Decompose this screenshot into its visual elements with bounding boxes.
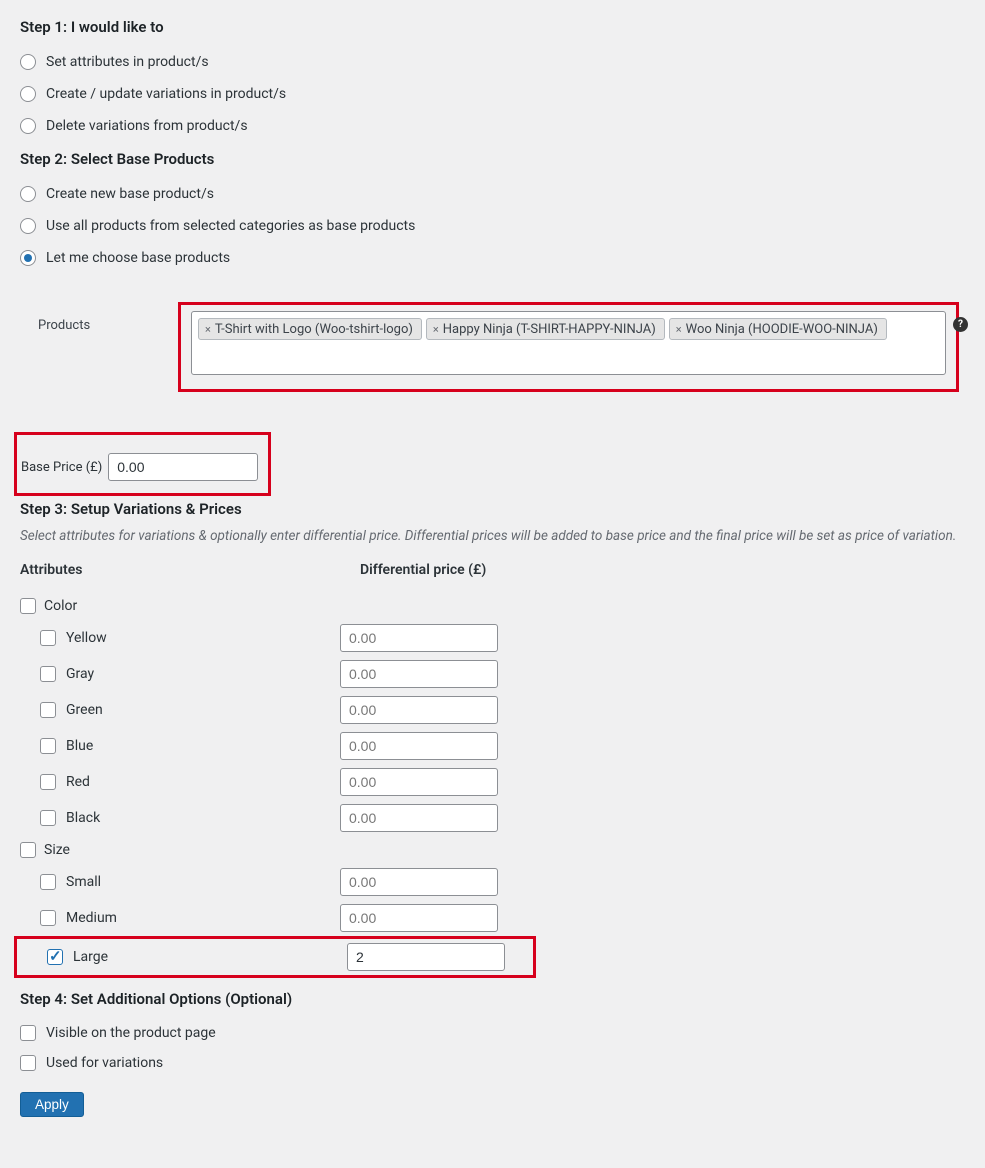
price-red[interactable]	[340, 768, 498, 796]
label-blue[interactable]: Blue	[66, 738, 93, 754]
label-set-attributes[interactable]: Set attributes in product/s	[46, 54, 209, 70]
checkbox-visible[interactable]	[20, 1025, 36, 1041]
label-green[interactable]: Green	[66, 702, 103, 718]
radio-create-base[interactable]	[20, 186, 36, 202]
step1-title: Step 1: I would like to	[20, 18, 965, 36]
label-delete-variations[interactable]: Delete variations from product/s	[46, 118, 248, 134]
price-large[interactable]	[347, 943, 505, 971]
label-visible[interactable]: Visible on the product page	[46, 1025, 216, 1041]
label-choose-base[interactable]: Let me choose base products	[46, 250, 230, 266]
remove-tag-icon[interactable]: ×	[433, 323, 439, 336]
step4-title: Step 4: Set Additional Options (Optional…	[20, 990, 965, 1008]
products-multiselect[interactable]: × T-Shirt with Logo (Woo-tshirt-logo) × …	[191, 311, 946, 375]
price-medium[interactable]	[340, 904, 498, 932]
apply-button[interactable]: Apply	[20, 1092, 84, 1117]
help-icon[interactable]: ?	[953, 317, 968, 332]
label-create-variations[interactable]: Create / update variations in product/s	[46, 86, 286, 102]
checkbox-size-group[interactable]	[20, 842, 36, 858]
label-black[interactable]: Black	[66, 810, 100, 826]
attributes-header: Attributes Differential price (£)	[20, 562, 965, 578]
remove-tag-icon[interactable]: ×	[205, 323, 211, 336]
radio-choose-base[interactable]	[20, 250, 36, 266]
checkbox-color-group[interactable]	[20, 598, 36, 614]
label-large[interactable]: Large	[73, 949, 108, 965]
checkbox-medium[interactable]	[40, 910, 56, 926]
price-black[interactable]	[340, 804, 498, 832]
col-diff-price: Differential price (£)	[360, 562, 965, 578]
checkbox-large[interactable]	[47, 949, 63, 965]
checkbox-black[interactable]	[40, 810, 56, 826]
price-blue[interactable]	[340, 732, 498, 760]
step3-hint: Select attributes for variations & optio…	[20, 528, 965, 544]
products-label: Products	[38, 304, 188, 333]
large-row-highlight: Large	[14, 936, 536, 978]
price-green[interactable]	[340, 696, 498, 724]
product-tag-label: Woo Ninja (HOODIE-WOO-NINJA)	[686, 322, 878, 337]
base-price-highlight: Base Price (£)	[14, 432, 271, 496]
label-red[interactable]: Red	[66, 774, 90, 790]
products-selector-highlight: × T-Shirt with Logo (Woo-tshirt-logo) × …	[178, 302, 959, 392]
product-tag: × T-Shirt with Logo (Woo-tshirt-logo)	[198, 318, 422, 340]
checkbox-used-variations[interactable]	[20, 1055, 36, 1071]
label-used-variations[interactable]: Used for variations	[46, 1055, 163, 1071]
radio-set-attributes[interactable]	[20, 54, 36, 70]
product-tag-label: Happy Ninja (T-SHIRT-HAPPY-NINJA)	[443, 322, 656, 337]
product-tag: × Woo Ninja (HOODIE-WOO-NINJA)	[669, 318, 887, 340]
price-gray[interactable]	[340, 660, 498, 688]
product-tag: × Happy Ninja (T-SHIRT-HAPPY-NINJA)	[426, 318, 665, 340]
col-attributes: Attributes	[20, 562, 360, 578]
product-tag-label: T-Shirt with Logo (Woo-tshirt-logo)	[215, 322, 413, 337]
label-create-base[interactable]: Create new base product/s	[46, 186, 214, 202]
label-color-group[interactable]: Color	[44, 598, 77, 614]
step2-title: Step 2: Select Base Products	[20, 150, 965, 168]
checkbox-red[interactable]	[40, 774, 56, 790]
checkbox-blue[interactable]	[40, 738, 56, 754]
label-small[interactable]: Small	[66, 874, 101, 890]
label-medium[interactable]: Medium	[66, 910, 117, 926]
radio-delete-variations[interactable]	[20, 118, 36, 134]
step2-options: Create new base product/s Use all produc…	[20, 178, 965, 274]
checkbox-green[interactable]	[40, 702, 56, 718]
checkbox-yellow[interactable]	[40, 630, 56, 646]
remove-tag-icon[interactable]: ×	[676, 323, 682, 336]
checkbox-gray[interactable]	[40, 666, 56, 682]
label-gray[interactable]: Gray	[66, 666, 94, 682]
label-use-all[interactable]: Use all products from selected categorie…	[46, 218, 415, 234]
price-yellow[interactable]	[340, 624, 498, 652]
label-yellow[interactable]: Yellow	[66, 630, 107, 646]
step1-options: Set attributes in product/s Create / upd…	[20, 46, 965, 142]
base-price-label: Base Price (£)	[17, 460, 102, 475]
base-price-input[interactable]	[108, 453, 258, 481]
price-small[interactable]	[340, 868, 498, 896]
label-size-group[interactable]: Size	[44, 842, 70, 858]
radio-create-variations[interactable]	[20, 86, 36, 102]
step3-title: Step 3: Setup Variations & Prices	[20, 500, 965, 518]
checkbox-small[interactable]	[40, 874, 56, 890]
radio-use-all[interactable]	[20, 218, 36, 234]
